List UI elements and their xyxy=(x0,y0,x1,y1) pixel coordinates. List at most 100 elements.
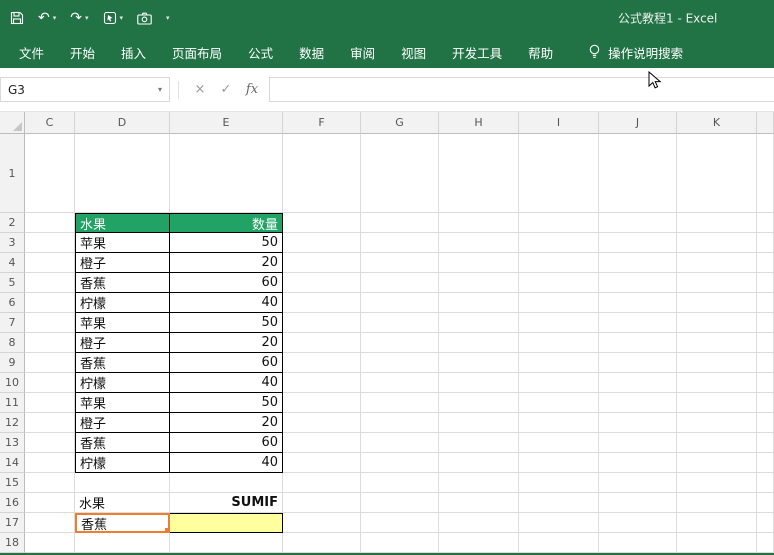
cell-E18[interactable] xyxy=(170,533,283,553)
cell-K12[interactable] xyxy=(677,413,757,433)
cell-C17[interactable] xyxy=(25,513,75,533)
cell-I8[interactable] xyxy=(519,333,599,353)
cell-E11[interactable]: 50 xyxy=(170,393,283,413)
cell-C10[interactable] xyxy=(25,373,75,393)
cell-H6[interactable] xyxy=(439,293,519,313)
cell-F15[interactable] xyxy=(283,473,361,493)
cell-H15[interactable] xyxy=(439,473,519,493)
row-header-10[interactable]: 10 xyxy=(0,373,25,393)
cell-J15[interactable] xyxy=(599,473,677,493)
cell-K16[interactable] xyxy=(677,493,757,513)
cell-J11[interactable] xyxy=(599,393,677,413)
row-header-13[interactable]: 13 xyxy=(0,433,25,453)
ribbon-tab-insert[interactable]: 插入 xyxy=(108,36,159,68)
cell-K2[interactable] xyxy=(677,213,757,233)
cell-F13[interactable] xyxy=(283,433,361,453)
row-header-7[interactable]: 7 xyxy=(0,313,25,333)
cell-H4[interactable] xyxy=(439,253,519,273)
cell-K15[interactable] xyxy=(677,473,757,493)
cell-D5[interactable]: 香蕉 xyxy=(75,273,170,293)
cell-F9[interactable] xyxy=(283,353,361,373)
cell-L2[interactable] xyxy=(757,213,774,233)
customize-qat-button[interactable]: ▾ xyxy=(166,15,170,22)
cell-C18[interactable] xyxy=(25,533,75,553)
ribbon-tab-developer[interactable]: 开发工具 xyxy=(439,36,515,68)
cell-K11[interactable] xyxy=(677,393,757,413)
cell-F12[interactable] xyxy=(283,413,361,433)
cell-D2[interactable]: 水果 xyxy=(75,213,170,233)
cell-F4[interactable] xyxy=(283,253,361,273)
cell-F5[interactable] xyxy=(283,273,361,293)
cell-L11[interactable] xyxy=(757,393,774,413)
ribbon-tab-data[interactable]: 数据 xyxy=(286,36,337,68)
cell-E13[interactable]: 60 xyxy=(170,433,283,453)
cell-I4[interactable] xyxy=(519,253,599,273)
row-header-18[interactable]: 18 xyxy=(0,533,25,553)
cell-I10[interactable] xyxy=(519,373,599,393)
cell-K5[interactable] xyxy=(677,273,757,293)
ribbon-tab-view[interactable]: 视图 xyxy=(388,36,439,68)
cell-E3[interactable]: 50 xyxy=(170,233,283,253)
cell-F6[interactable] xyxy=(283,293,361,313)
cell-J17[interactable] xyxy=(599,513,677,533)
cell-H18[interactable] xyxy=(439,533,519,553)
row-header-17[interactable]: 17 xyxy=(0,513,25,533)
cell-E17[interactable] xyxy=(170,513,283,533)
cell-K18[interactable] xyxy=(677,533,757,553)
cell-E15[interactable] xyxy=(170,473,283,493)
cell-H17[interactable] xyxy=(439,513,519,533)
name-box-dropdown-icon[interactable]: ▾ xyxy=(158,85,162,94)
cell-K6[interactable] xyxy=(677,293,757,313)
cell-H8[interactable] xyxy=(439,333,519,353)
row-header-9[interactable]: 9 xyxy=(0,353,25,373)
cell-G3[interactable] xyxy=(361,233,439,253)
cell-K14[interactable] xyxy=(677,453,757,473)
cell-C5[interactable] xyxy=(25,273,75,293)
cell-F1[interactable] xyxy=(283,134,361,213)
cell-G4[interactable] xyxy=(361,253,439,273)
row-header-11[interactable]: 11 xyxy=(0,393,25,413)
select-all-corner[interactable] xyxy=(0,112,25,134)
cell-I13[interactable] xyxy=(519,433,599,453)
cell-G8[interactable] xyxy=(361,333,439,353)
cell-C8[interactable] xyxy=(25,333,75,353)
undo-dropdown-icon[interactable]: ▾ xyxy=(53,15,57,22)
cell-I11[interactable] xyxy=(519,393,599,413)
col-header-J[interactable]: J xyxy=(599,112,677,134)
cell-C1[interactable] xyxy=(25,134,75,213)
cell-L6[interactable] xyxy=(757,293,774,313)
ribbon-tab-formulas[interactable]: 公式 xyxy=(235,36,286,68)
row-header-8[interactable]: 8 xyxy=(0,333,25,353)
cell-D10[interactable]: 柠檬 xyxy=(75,373,170,393)
enter-button[interactable]: ✓ xyxy=(213,82,239,97)
cell-J5[interactable] xyxy=(599,273,677,293)
cell-H14[interactable] xyxy=(439,453,519,473)
cell-H5[interactable] xyxy=(439,273,519,293)
cell-G5[interactable] xyxy=(361,273,439,293)
cell-H3[interactable] xyxy=(439,233,519,253)
cell-F18[interactable] xyxy=(283,533,361,553)
cell-G2[interactable] xyxy=(361,213,439,233)
cell-I15[interactable] xyxy=(519,473,599,493)
cell-D17[interactable]: 香蕉 xyxy=(75,513,170,533)
cell-J14[interactable] xyxy=(599,453,677,473)
cell-E5[interactable]: 60 xyxy=(170,273,283,293)
cell-G11[interactable] xyxy=(361,393,439,413)
cell-I6[interactable] xyxy=(519,293,599,313)
cell-E1[interactable] xyxy=(170,134,283,213)
cell-F17[interactable] xyxy=(283,513,361,533)
col-header-H[interactable]: H xyxy=(439,112,519,134)
cell-E8[interactable]: 20 xyxy=(170,333,283,353)
cell-G9[interactable] xyxy=(361,353,439,373)
cell-D12[interactable]: 橙子 xyxy=(75,413,170,433)
cell-I2[interactable] xyxy=(519,213,599,233)
cell-J2[interactable] xyxy=(599,213,677,233)
formula-input[interactable] xyxy=(269,77,774,102)
cell-K10[interactable] xyxy=(677,373,757,393)
cell-C7[interactable] xyxy=(25,313,75,333)
redo-button[interactable]: ↷ ▾ xyxy=(70,11,88,25)
cell-I5[interactable] xyxy=(519,273,599,293)
cell-J13[interactable] xyxy=(599,433,677,453)
cell-I7[interactable] xyxy=(519,313,599,333)
cell-L17[interactable] xyxy=(757,513,774,533)
